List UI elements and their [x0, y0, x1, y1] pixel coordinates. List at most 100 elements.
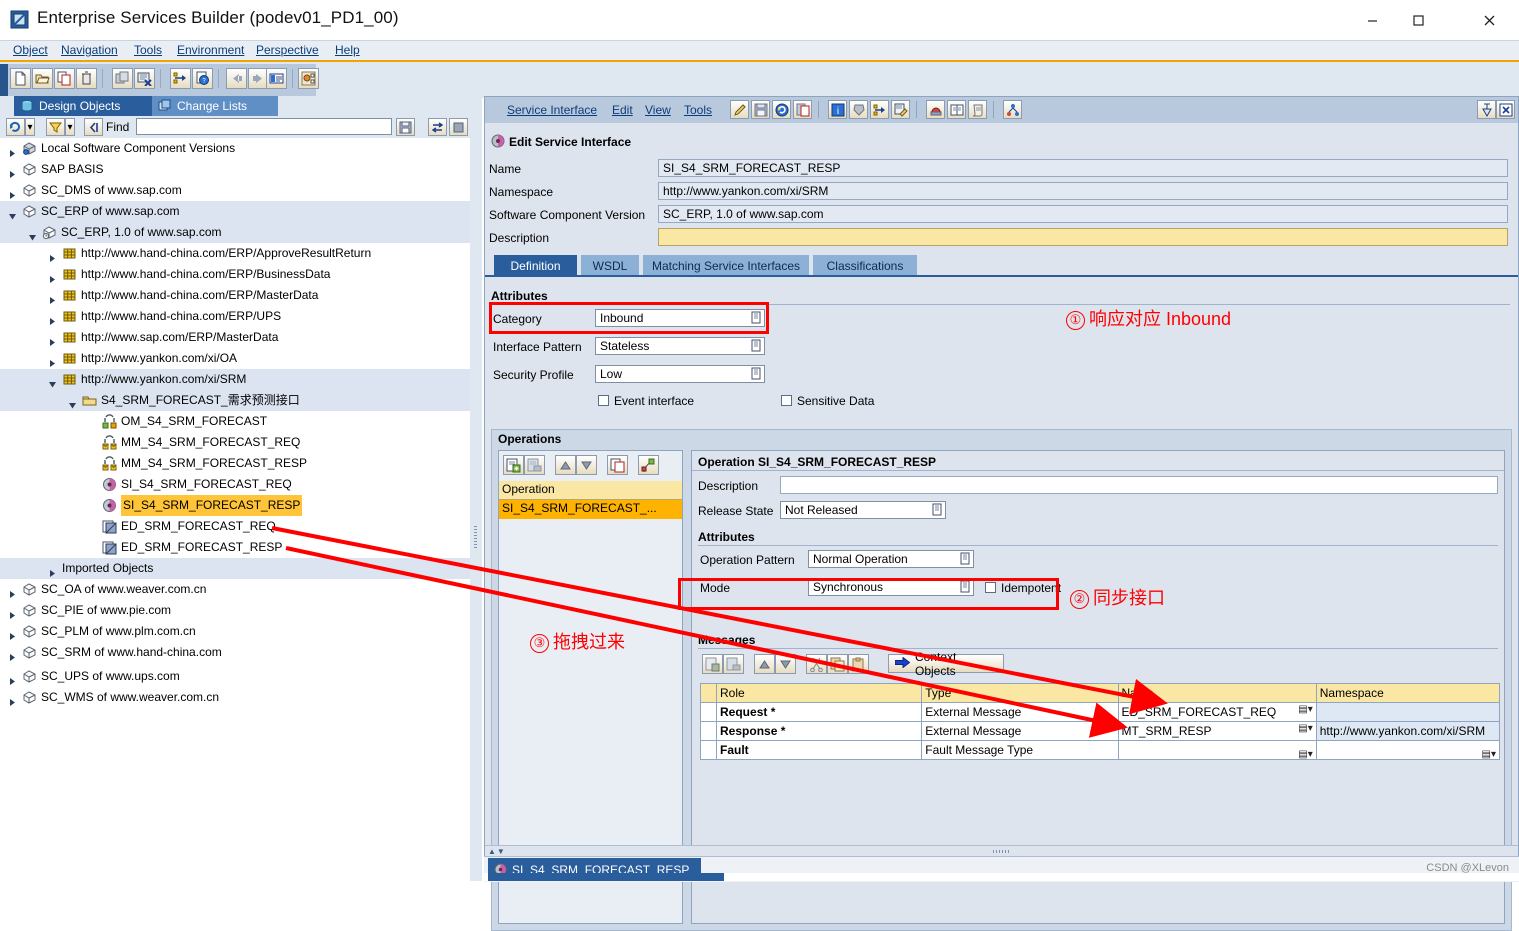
- cut-icon[interactable]: [806, 654, 827, 674]
- object-tree[interactable]: Local Software Component VersionsSAP BAS…: [0, 138, 471, 666]
- tree-item[interactable]: http://www.hand-china.com/ERP/ApproveRes…: [0, 243, 470, 264]
- filter-icon[interactable]: [46, 118, 65, 136]
- expand-arrow-icon[interactable]: [8, 144, 17, 153]
- settings-icon[interactable]: [638, 455, 659, 475]
- close-editor-icon[interactable]: [1496, 100, 1515, 119]
- operation-pattern-select[interactable]: Normal Operation: [808, 550, 974, 568]
- row-name[interactable]: ED_SRM_FORECAST_REQ▤▾: [1118, 703, 1316, 722]
- expand-arrow-icon[interactable]: [8, 627, 17, 636]
- collapse-arrow-icon[interactable]: [68, 396, 77, 405]
- row-handle[interactable]: [701, 722, 717, 741]
- table-row[interactable]: Response * External Message MT_SRM_RESP▤…: [701, 722, 1500, 741]
- swcv-value[interactable]: SC_ERP, 1.0 of www.sap.com: [658, 205, 1508, 223]
- editor-menu-service-interface[interactable]: Service Interface: [507, 103, 597, 117]
- move-up-icon[interactable]: [754, 654, 775, 674]
- expand-arrow-icon[interactable]: [48, 564, 57, 573]
- tab-design-objects[interactable]: Design Objects: [14, 96, 166, 116]
- display-icon[interactable]: [926, 100, 945, 119]
- tree-item[interactable]: SC_ERP of www.sap.com: [0, 201, 470, 222]
- release-state-select[interactable]: Not Released: [780, 501, 946, 519]
- close-button[interactable]: [1466, 0, 1512, 40]
- object-tree-lower[interactable]: SC_UPS of www.ups.comSC_WMS of www.weave…: [0, 666, 471, 806]
- delete-operation-icon[interactable]: [524, 455, 545, 475]
- dependencies-icon[interactable]: [1003, 100, 1022, 119]
- swap-icon[interactable]: [428, 118, 447, 136]
- dropdown-icon[interactable]: [958, 551, 972, 566]
- expand-arrow-icon[interactable]: [8, 672, 17, 681]
- tree-item[interactable]: SC_DMS of www.sap.com: [0, 180, 470, 201]
- back-icon[interactable]: [226, 68, 247, 89]
- activate-icon[interactable]: [772, 100, 791, 119]
- object-icon[interactable]: [849, 100, 868, 119]
- move-down-icon[interactable]: [775, 654, 796, 674]
- tree-item[interactable]: SC_SRM of www.hand-china.com: [0, 642, 470, 663]
- expand-arrow-icon[interactable]: [48, 354, 57, 363]
- close-object-icon[interactable]: [134, 68, 155, 89]
- collapse-arrow-icon[interactable]: [48, 375, 57, 384]
- row-name[interactable]: MT_SRM_RESP▤▾: [1118, 722, 1316, 741]
- close-icon[interactable]: [793, 100, 812, 119]
- duplicate-icon[interactable]: [112, 68, 133, 89]
- value-help-icon[interactable]: ▤▾: [1298, 723, 1312, 734]
- tree-item[interactable]: SC_OA of www.weaver.com.cn: [0, 579, 470, 600]
- messages-table[interactable]: Role Type Name Namespace Request * Exter…: [700, 683, 1500, 760]
- copy-icon[interactable]: [54, 68, 75, 89]
- messages-col-namespace[interactable]: Namespace: [1316, 684, 1499, 703]
- filter-dropdown-icon[interactable]: ▾: [65, 118, 75, 136]
- messages-col-role[interactable]: Role: [717, 684, 922, 703]
- tab-definition[interactable]: Definition: [494, 255, 577, 277]
- history-icon[interactable]: [968, 100, 987, 119]
- tree-item[interactable]: ED_SRM_FORECAST_RESP: [0, 537, 470, 558]
- tree-item[interactable]: SC_UPS of www.ups.com: [0, 666, 470, 687]
- move-up-icon[interactable]: [555, 455, 576, 475]
- menu-tools[interactable]: Tools: [134, 43, 162, 57]
- expand-arrow-icon[interactable]: [8, 606, 17, 615]
- tree-item[interactable]: http://www.hand-china.com/ERP/BusinessDa…: [0, 264, 470, 285]
- documentation-icon[interactable]: [947, 100, 966, 119]
- add-row-icon[interactable]: [702, 654, 723, 674]
- tree-item[interactable]: http://www.hand-china.com/ERP/UPS: [0, 306, 470, 327]
- new-icon[interactable]: [10, 68, 31, 89]
- expand-arrow-icon[interactable]: [8, 693, 17, 702]
- save-icon[interactable]: [751, 100, 770, 119]
- info-icon[interactable]: i: [828, 100, 847, 119]
- stop-icon[interactable]: [449, 118, 468, 136]
- tree-item[interactable]: OM_S4_SRM_FORECAST: [0, 411, 470, 432]
- add-operation-icon[interactable]: [503, 455, 524, 475]
- tree-item[interactable]: http://www.sap.com/ERP/MasterData: [0, 327, 470, 348]
- tree-item[interactable]: http://www.hand-china.com/ERP/MasterData: [0, 285, 470, 306]
- tree-item[interactable]: SAP BASIS: [0, 159, 470, 180]
- tab-classifications[interactable]: Classifications: [813, 255, 917, 277]
- expand-arrow-icon[interactable]: [48, 249, 57, 258]
- collapse-icon[interactable]: [84, 118, 103, 136]
- operations-row-selected[interactable]: SI_S4_SRM_FORECAST_...: [499, 500, 682, 519]
- tree-item[interactable]: SC_ERP, 1.0 of www.sap.com: [0, 222, 470, 243]
- security-profile-select[interactable]: Low: [595, 365, 765, 383]
- messages-col-type[interactable]: Type: [922, 684, 1118, 703]
- namespace-value[interactable]: http://www.yankon.com/xi/SRM: [658, 182, 1508, 200]
- open-icon[interactable]: [32, 68, 53, 89]
- expand-arrow-icon[interactable]: [8, 186, 17, 195]
- find-input[interactable]: [136, 118, 392, 135]
- navigate-icon[interactable]: [870, 100, 889, 119]
- expand-arrow-icon[interactable]: [8, 585, 17, 594]
- paste-icon[interactable]: [848, 654, 869, 674]
- expand-arrow-icon[interactable]: [8, 648, 17, 657]
- menu-perspective[interactable]: Perspective: [256, 43, 319, 57]
- vertical-splitter[interactable]: [470, 96, 482, 881]
- collapse-arrow-icon[interactable]: [8, 207, 17, 216]
- value-help-icon[interactable]: ▤▾: [1298, 704, 1312, 715]
- tree-item[interactable]: MM_S4_SRM_FORECAST_RESP: [0, 453, 470, 474]
- save-icon[interactable]: [396, 118, 415, 136]
- table-row[interactable]: Fault Fault Message Type ▤▾ ▤▾: [701, 741, 1500, 760]
- editor-menu-edit[interactable]: Edit: [612, 103, 633, 117]
- move-down-icon[interactable]: [576, 455, 597, 475]
- pin-icon[interactable]: [1477, 100, 1496, 119]
- edit-icon[interactable]: [730, 100, 749, 119]
- menu-environment[interactable]: Environment: [177, 43, 244, 57]
- dropdown-icon[interactable]: [930, 502, 944, 517]
- tree-item[interactable]: SI_S4_SRM_FORECAST_RESP: [0, 495, 470, 516]
- maximize-button[interactable]: [1395, 0, 1441, 40]
- expand-arrow-icon[interactable]: [48, 333, 57, 342]
- tree-item[interactable]: SI_S4_SRM_FORECAST_REQ: [0, 474, 470, 495]
